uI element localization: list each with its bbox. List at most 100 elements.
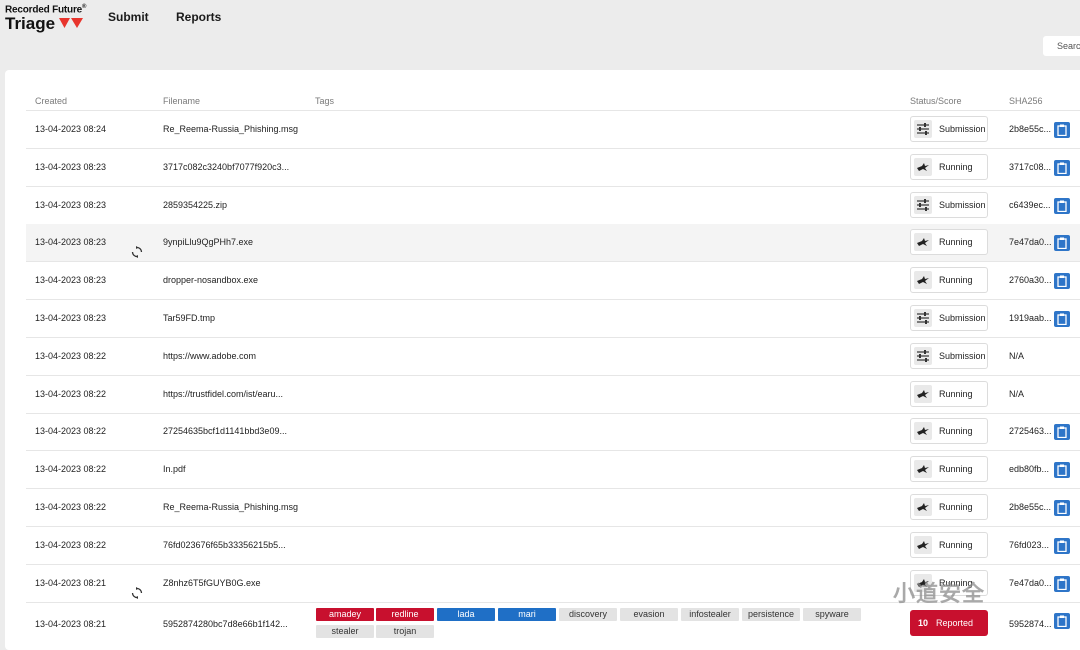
filename-cell[interactable]: 3717c082c3240bf7077f920c3... xyxy=(163,149,289,186)
filename-cell[interactable]: Re_Reema-Russia_Phishing.msg xyxy=(163,111,298,148)
filename-cell[interactable]: In.pdf xyxy=(163,451,186,488)
filename-cell[interactable]: https://www.adobe.com xyxy=(163,338,256,375)
column-header-filename[interactable]: Filename xyxy=(163,96,200,106)
status-text: Submission xyxy=(939,124,986,134)
status-icon-wrap xyxy=(914,535,932,554)
status-reported-badge[interactable]: 10 Reported xyxy=(910,610,988,636)
created-cell: 13-04-2023 08:23 xyxy=(35,161,107,172)
bird-icon xyxy=(917,427,929,436)
table-row[interactable]: 13-04-2023 08:23 3717c082c3240bf7077f920c… xyxy=(26,149,1080,187)
table-row[interactable]: 13-04-2023 08:22 In.pdf Running edb80fb... xyxy=(26,451,1080,490)
brand-logo[interactable]: Recorded Future® Triage xyxy=(5,4,86,34)
clipboard-icon xyxy=(1057,200,1067,212)
filename-cell[interactable]: 76fd023676f65b33356215b5... xyxy=(163,527,286,564)
filename-cell[interactable]: 5952874280bc7d8e66b1f142... xyxy=(163,605,288,642)
filename-cell[interactable]: 2859354225.zip xyxy=(163,187,227,224)
filename-cell[interactable]: Z8nhz6T5fGUYB0G.exe xyxy=(163,565,261,602)
table-row[interactable]: 13-04-2023 08:23 Tar59FD.tmp Submission 191… xyxy=(26,300,1080,338)
status-badge[interactable]: Running xyxy=(910,380,988,407)
filename-cell[interactable]: Re_Reema-Russia_Phishing.msg xyxy=(163,489,298,526)
tag-stealer[interactable]: stealer xyxy=(316,625,374,638)
table-row[interactable]: 13-04-2023 08:22 Re_Reema-Russia_Phishing… xyxy=(26,489,1080,527)
sha256-cell: c6439ec... xyxy=(1009,199,1051,210)
tag-discovery[interactable]: discovery xyxy=(559,608,617,621)
table-row[interactable]: 13-04-2023 08:23 2859354225.zip Submission… xyxy=(26,187,1080,225)
status-badge[interactable]: Running xyxy=(910,494,988,520)
copy-sha-button[interactable] xyxy=(1054,613,1070,629)
tag-redline[interactable]: redline xyxy=(376,608,434,621)
table-row[interactable]: 13-04-2023 08:21 5952874280bc7d8e66b1f14… xyxy=(26,605,1080,645)
copy-sha-button[interactable] xyxy=(1054,159,1070,176)
table-row[interactable]: 13-04-2023 08:22 76fd023676f65b33356215b5… xyxy=(26,527,1080,565)
table-row[interactable]: 13-04-2023 08:22 https://www.adobe.com Sub… xyxy=(26,338,1080,376)
table-row[interactable]: 13-04-2023 08:23 dropper-nosandbox.exe Run… xyxy=(26,262,1080,301)
refresh-button[interactable] xyxy=(131,578,143,599)
status-text: Running xyxy=(939,237,973,248)
bird-icon xyxy=(917,503,929,511)
status-icon-wrap xyxy=(914,120,932,138)
tag-lada[interactable]: lada xyxy=(437,608,495,621)
status-badge[interactable]: Running xyxy=(910,456,988,483)
copy-sha-button[interactable] xyxy=(1054,273,1070,290)
status-badge[interactable]: Running xyxy=(910,153,988,180)
status-icon-wrap xyxy=(914,346,932,365)
tag-amadey[interactable]: amadey xyxy=(316,608,374,621)
status-badge[interactable]: Running xyxy=(910,267,988,294)
copy-sha-button[interactable] xyxy=(1054,424,1070,441)
tag-trojan[interactable]: trojan xyxy=(376,625,434,638)
tag-spyware[interactable]: spyware xyxy=(803,608,861,621)
table-row[interactable]: 13-04-2023 08:23 9ynpiLlu9QgPHh7.exe Runni… xyxy=(26,224,1080,263)
copy-sha-button[interactable] xyxy=(1054,575,1070,592)
filename-cell[interactable]: 27254635bcf1d1141bbd3e09... xyxy=(163,413,287,450)
copy-sha-button[interactable] xyxy=(1054,537,1070,554)
created-cell: 13-04-2023 08:21 xyxy=(35,577,107,588)
clipboard-icon xyxy=(1057,502,1067,514)
status-icon-wrap xyxy=(914,233,932,252)
copy-sha-button[interactable] xyxy=(1054,235,1070,252)
table-row[interactable]: 13-04-2023 08:24 Re_Reema-Russia_Phishing… xyxy=(26,111,1080,149)
column-header-status[interactable]: Status/Score xyxy=(910,96,962,106)
copy-sha-button[interactable] xyxy=(1054,122,1070,138)
created-cell: 13-04-2023 08:22 xyxy=(35,350,107,361)
status-badge[interactable]: Submission xyxy=(910,116,988,142)
status-badge[interactable]: Running xyxy=(910,418,988,445)
filename-cell[interactable]: https://trustfidel.com/ist/earu... xyxy=(163,376,283,413)
bird-icon xyxy=(917,540,929,549)
sha256-cell: 2760a30... xyxy=(1009,275,1052,286)
search-input[interactable]: Search xyxy=(1043,36,1080,56)
filename-cell[interactable]: Tar59FD.tmp xyxy=(163,300,215,337)
status-badge[interactable]: Running xyxy=(910,229,988,256)
clipboard-icon xyxy=(1057,426,1067,439)
copy-sha-button[interactable] xyxy=(1054,500,1070,516)
nav-submit[interactable]: Submit xyxy=(108,10,149,24)
filename-cell[interactable]: dropper-nosandbox.exe xyxy=(163,262,258,299)
column-header-sha256[interactable]: SHA256 xyxy=(1009,96,1043,106)
sha256-cell: 2b8e55c... xyxy=(1009,124,1052,134)
column-header-tags[interactable]: Tags xyxy=(315,96,334,106)
bird-icon xyxy=(917,465,929,474)
nav-reports[interactable]: Reports xyxy=(176,10,221,24)
status-icon-wrap xyxy=(914,498,932,516)
status-badge[interactable]: Submission xyxy=(910,191,988,218)
copy-sha-button[interactable] xyxy=(1054,311,1070,327)
sliders-icon xyxy=(917,123,929,135)
refresh-button[interactable] xyxy=(131,237,143,259)
table-row[interactable]: 13-04-2023 08:22 27254635bcf1d1141bbd3e09… xyxy=(26,413,1080,452)
copy-sha-button[interactable] xyxy=(1054,462,1070,479)
filename-cell[interactable]: 9ynpiLlu9QgPHh7.exe xyxy=(163,224,253,261)
tag-evasion[interactable]: evasion xyxy=(620,608,678,621)
status-badge[interactable]: Submission xyxy=(910,342,988,369)
status-text: Running xyxy=(939,539,973,550)
tag-mari[interactable]: mari xyxy=(498,608,556,621)
status-badge[interactable]: Submission xyxy=(910,305,988,331)
status-badge[interactable]: Running xyxy=(910,531,988,558)
status-text: Running xyxy=(939,502,973,512)
sha256-cell: edb80fb... xyxy=(1009,464,1050,475)
column-header-created[interactable]: Created xyxy=(35,96,67,106)
sha256-cell: 2725463... xyxy=(1009,426,1052,437)
status-icon-wrap xyxy=(914,422,932,441)
tag-infostealer[interactable]: infostealer xyxy=(681,608,739,621)
table-row[interactable]: 13-04-2023 08:22 https://trustfidel.com/i… xyxy=(26,376,1080,414)
tag-persistence[interactable]: persistence xyxy=(742,608,800,621)
copy-sha-button[interactable] xyxy=(1054,197,1070,214)
